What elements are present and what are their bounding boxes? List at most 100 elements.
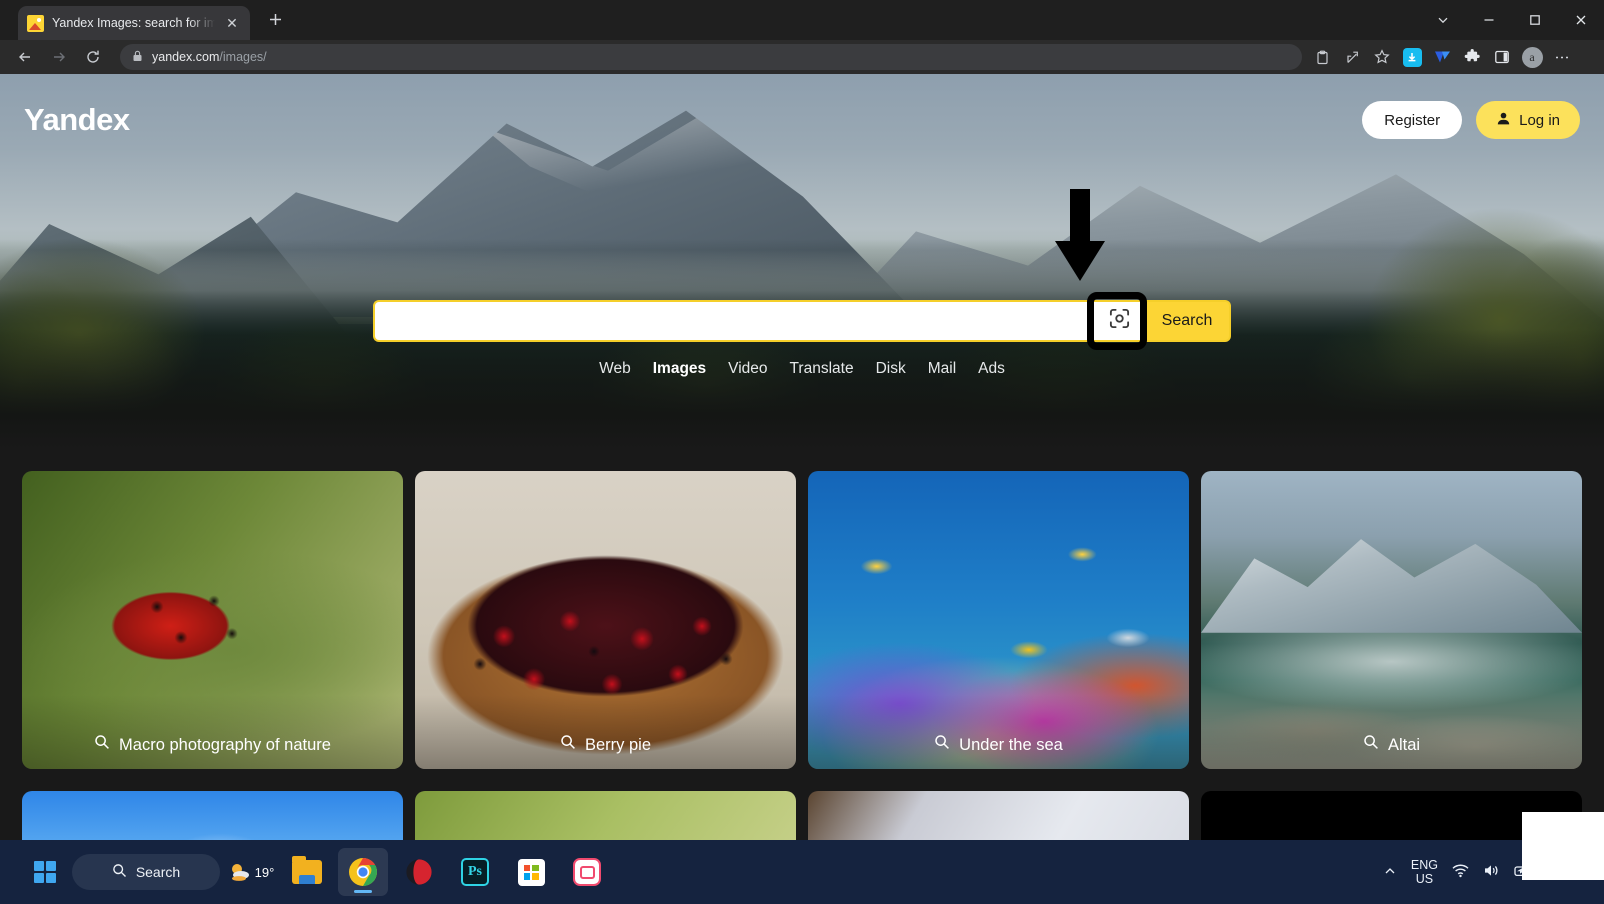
card-thumbnail (415, 791, 796, 840)
taskbar-weather-widget[interactable]: 19° (226, 848, 276, 896)
weather-temperature: 19° (254, 864, 275, 880)
browser-tab-yandex-images[interactable]: Yandex Images: search for image ✕ (18, 6, 250, 40)
page-viewport: Yandex Register Log in Search Web Images… (0, 74, 1604, 840)
service-link-images[interactable]: Images (653, 360, 706, 378)
browser-toolbar: yandex.com/images/ a ⋮ (0, 40, 1604, 74)
tab-title: Yandex Images: search for image (52, 16, 215, 30)
register-button[interactable]: Register (1362, 101, 1463, 139)
forward-arrow-icon[interactable] (44, 42, 74, 72)
service-link-mail[interactable]: Mail (928, 360, 956, 378)
image-card[interactable]: Macro photography of nature (22, 471, 403, 769)
sun-cloud-icon (228, 861, 250, 883)
taskbar-search-label: Search (135, 864, 181, 880)
login-button-label: Log in (1519, 111, 1560, 129)
new-tab-button[interactable] (260, 7, 290, 37)
plus-icon (269, 14, 281, 25)
image-card[interactable]: Under the sea (808, 471, 1189, 769)
puzzle-extensions-icon[interactable] (1458, 43, 1486, 71)
card-caption: Altai (1201, 695, 1582, 769)
service-link-disk[interactable]: Disk (876, 360, 906, 378)
chevron-up-icon[interactable] (1383, 864, 1397, 881)
search-input[interactable] (373, 300, 1093, 342)
service-nav: Web Images Video Translate Disk Mail Ads (0, 360, 1604, 378)
image-card[interactable] (415, 791, 796, 840)
card-caption-text: Berry pie (584, 736, 652, 754)
avatar[interactable]: a (1518, 43, 1546, 71)
service-link-translate[interactable]: Translate (790, 360, 854, 378)
search-widget: Search (373, 292, 1231, 350)
card-caption-text: Altai (1387, 736, 1421, 754)
image-card[interactable] (22, 791, 403, 840)
clipboard-icon[interactable] (1308, 43, 1336, 71)
magnifier-icon (1363, 734, 1379, 755)
white-overlay-box (1522, 812, 1604, 880)
share-icon[interactable] (1338, 43, 1366, 71)
magnifier-icon (560, 734, 576, 755)
chevron-down-icon[interactable] (1420, 0, 1466, 40)
card-thumbnail (22, 791, 403, 840)
close-icon[interactable]: ✕ (223, 14, 241, 32)
login-button[interactable]: Log in (1476, 101, 1580, 139)
image-card[interactable]: Altai (1201, 471, 1582, 769)
search-icon (112, 863, 127, 881)
service-link-ads[interactable]: Ads (978, 360, 1005, 378)
user-icon (1496, 111, 1511, 130)
photoshop-icon[interactable]: Ps (450, 848, 500, 896)
service-link-video[interactable]: Video (728, 360, 767, 378)
photoshop-label: Ps (461, 858, 489, 886)
google-chrome-icon[interactable] (338, 848, 388, 896)
close-icon[interactable] (1558, 0, 1604, 40)
download-extension-icon[interactable] (1398, 43, 1426, 71)
windows-taskbar: Search 19° Ps ENG US (0, 840, 1604, 904)
vpn-extension-icon[interactable] (1428, 43, 1456, 71)
hero-banner: Yandex Register Log in Search Web Images… (0, 74, 1604, 449)
taskbar-search-button[interactable]: Search (72, 854, 220, 890)
annotation-down-arrow (1049, 189, 1111, 294)
url-domain: yandex.com (152, 50, 220, 64)
language-line-2: US (1415, 872, 1434, 886)
kebab-menu-icon[interactable]: ⋮ (1548, 43, 1576, 71)
image-search-camera-button[interactable] (1093, 300, 1145, 342)
card-caption-text: Under the sea (959, 736, 1063, 754)
magnifier-icon (934, 734, 950, 755)
card-caption: Under the sea (808, 695, 1189, 769)
hero-fade (0, 329, 1604, 449)
window-controls (1420, 0, 1604, 40)
taskbar-apps: Search 19° Ps (24, 848, 612, 896)
image-favicon (27, 14, 44, 32)
avatar-letter: a (1521, 46, 1543, 68)
language-line-1: ENG (1410, 858, 1439, 872)
bookmark-star-icon[interactable] (1368, 43, 1396, 71)
browser-window: Yandex Images: search for image ✕ (0, 0, 1604, 904)
file-explorer-icon[interactable] (282, 848, 332, 896)
wifi-icon[interactable] (1452, 863, 1469, 881)
image-card-grid-row-2 (0, 769, 1604, 840)
minimize-icon[interactable] (1466, 0, 1512, 40)
toolbar-icons: a ⋮ (1308, 43, 1576, 71)
volume-icon[interactable] (1483, 863, 1500, 881)
url-text: yandex.com/images/ (152, 50, 267, 64)
side-panel-icon[interactable] (1488, 43, 1516, 71)
chat-app-icon[interactable] (562, 848, 612, 896)
windows-start-icon[interactable] (24, 851, 66, 893)
image-card[interactable]: Berry pie (415, 471, 796, 769)
search-button[interactable]: Search (1145, 300, 1231, 342)
service-link-web[interactable]: Web (599, 360, 631, 378)
address-bar[interactable]: yandex.com/images/ (120, 44, 1302, 70)
lock-icon (132, 50, 143, 65)
image-search-camera-icon (1108, 307, 1131, 335)
reload-icon[interactable] (78, 42, 108, 72)
card-caption: Macro photography of nature (22, 695, 403, 769)
yandex-logo[interactable]: Yandex (24, 102, 130, 138)
page-header: Yandex Register Log in (0, 74, 1604, 144)
maximize-icon[interactable] (1512, 0, 1558, 40)
card-thumbnail (808, 791, 1189, 840)
tab-strip: Yandex Images: search for image ✕ (0, 0, 1604, 40)
image-card[interactable] (808, 791, 1189, 840)
magnifier-icon (94, 734, 110, 755)
header-auth-buttons: Register Log in (1362, 101, 1580, 139)
microsoft-store-icon[interactable] (506, 848, 556, 896)
opera-browser-icon[interactable] (394, 848, 444, 896)
back-arrow-icon[interactable] (10, 42, 40, 72)
language-indicator[interactable]: ENG US (1411, 858, 1438, 886)
